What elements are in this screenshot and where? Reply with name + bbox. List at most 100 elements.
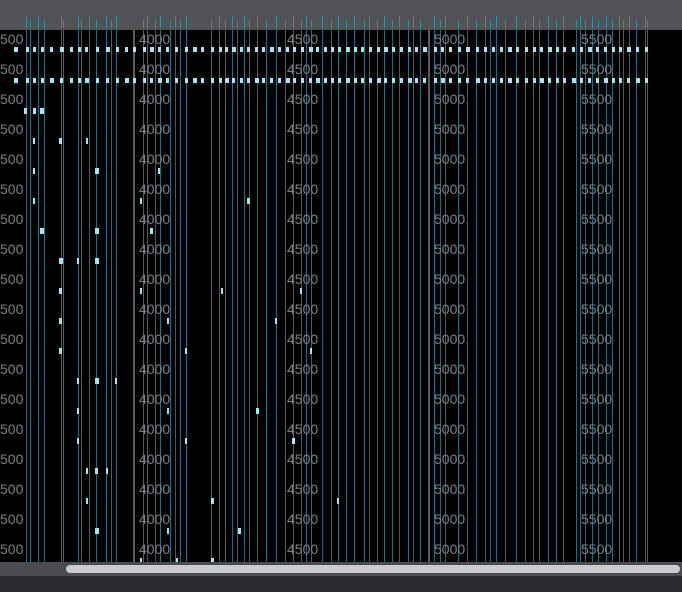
note-event[interactable] <box>441 78 445 83</box>
note-event[interactable] <box>125 47 128 52</box>
note-event[interactable] <box>434 47 437 52</box>
note-event[interactable] <box>434 78 437 83</box>
note-event[interactable] <box>500 78 503 83</box>
note-event[interactable] <box>78 78 81 83</box>
note-event[interactable] <box>316 78 320 83</box>
note-event[interactable] <box>77 438 79 444</box>
note-event[interactable] <box>96 47 99 52</box>
note-event[interactable] <box>324 78 327 83</box>
note-event[interactable] <box>221 288 223 294</box>
note-event[interactable] <box>211 78 214 83</box>
note-event[interactable] <box>116 47 119 52</box>
note-event[interactable] <box>166 47 169 52</box>
note-event[interactable] <box>596 78 599 83</box>
note-event[interactable] <box>484 47 487 52</box>
note-event[interactable] <box>193 47 197 52</box>
note-event[interactable] <box>346 78 350 83</box>
note-event[interactable] <box>423 47 427 52</box>
note-event[interactable] <box>219 78 222 83</box>
note-event[interactable] <box>167 528 169 534</box>
note-event[interactable] <box>309 78 312 83</box>
note-event[interactable] <box>636 78 640 83</box>
note-event[interactable] <box>466 47 470 52</box>
note-event[interactable] <box>33 47 36 52</box>
note-event[interactable] <box>415 78 418 83</box>
note-event[interactable] <box>33 168 35 174</box>
note-event[interactable] <box>556 47 559 52</box>
note-event[interactable] <box>158 168 160 174</box>
note-event[interactable] <box>50 47 53 52</box>
note-event[interactable] <box>95 258 99 264</box>
note-event[interactable] <box>26 47 29 52</box>
note-event[interactable] <box>338 78 341 83</box>
note-event[interactable] <box>262 47 265 52</box>
note-event[interactable] <box>627 78 630 83</box>
note-event[interactable] <box>59 138 62 144</box>
note-event[interactable] <box>604 78 608 83</box>
note-event[interactable] <box>540 47 543 52</box>
note-event[interactable] <box>185 78 188 83</box>
note-event[interactable] <box>211 498 214 504</box>
note-event[interactable] <box>219 47 222 52</box>
note-event[interactable] <box>533 47 536 52</box>
note-event[interactable] <box>86 138 88 144</box>
note-event[interactable] <box>24 108 27 114</box>
note-event[interactable] <box>415 47 418 52</box>
note-event[interactable] <box>70 47 73 52</box>
note-event[interactable] <box>262 78 265 83</box>
note-event[interactable] <box>77 408 79 414</box>
note-event[interactable] <box>77 258 79 264</box>
note-event[interactable] <box>201 47 204 52</box>
note-event[interactable] <box>85 47 88 52</box>
note-event[interactable] <box>588 47 592 52</box>
note-event[interactable] <box>158 78 162 83</box>
note-event[interactable] <box>392 78 395 83</box>
note-event[interactable] <box>247 198 250 204</box>
note-event[interactable] <box>185 47 188 52</box>
note-event[interactable] <box>408 78 412 83</box>
note-event[interactable] <box>540 78 544 83</box>
note-event[interactable] <box>612 78 615 83</box>
note-event[interactable] <box>293 78 296 83</box>
note-event[interactable] <box>143 78 146 83</box>
note-event[interactable] <box>466 78 469 83</box>
note-event[interactable] <box>449 78 452 83</box>
note-event[interactable] <box>256 408 259 414</box>
note-event[interactable] <box>346 47 350 52</box>
note-event[interactable] <box>232 78 235 83</box>
note-event[interactable] <box>14 47 18 52</box>
note-event[interactable] <box>238 528 241 534</box>
note-event[interactable] <box>278 47 281 52</box>
note-event[interactable] <box>33 108 36 114</box>
note-event[interactable] <box>255 78 259 83</box>
note-event[interactable] <box>150 228 153 234</box>
note-event[interactable] <box>324 47 327 52</box>
note-event[interactable] <box>115 378 117 384</box>
note-event[interactable] <box>508 47 512 52</box>
note-event[interactable] <box>400 78 403 83</box>
note-event[interactable] <box>293 47 296 52</box>
note-event[interactable] <box>185 438 187 444</box>
note-event[interactable] <box>316 47 319 52</box>
note-event[interactable] <box>449 47 452 52</box>
note-event[interactable] <box>354 47 357 52</box>
note-event[interactable] <box>548 78 551 83</box>
note-event[interactable] <box>140 288 142 294</box>
note-event[interactable] <box>240 47 243 52</box>
note-event[interactable] <box>563 47 566 52</box>
note-event[interactable] <box>556 78 559 83</box>
note-event[interactable] <box>645 78 648 83</box>
note-event[interactable] <box>580 47 583 52</box>
note-event[interactable] <box>96 78 99 83</box>
note-event[interactable] <box>310 348 312 354</box>
note-event[interactable] <box>588 78 591 83</box>
note-event[interactable] <box>41 47 44 52</box>
note-event[interactable] <box>33 138 35 144</box>
note-event[interactable] <box>85 78 89 83</box>
note-event[interactable] <box>95 168 99 174</box>
note-event[interactable] <box>26 78 29 83</box>
note-event[interactable] <box>95 468 98 474</box>
note-event[interactable] <box>167 408 169 414</box>
note-event[interactable] <box>193 78 197 83</box>
note-event[interactable] <box>270 78 273 83</box>
